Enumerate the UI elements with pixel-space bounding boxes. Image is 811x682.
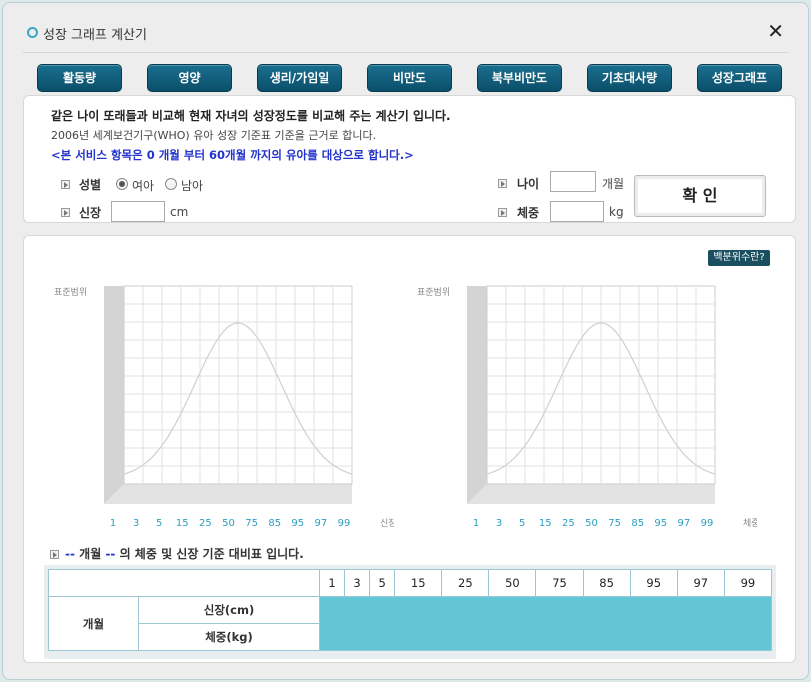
intro-line-1: 같은 나이 또래들과 비교해 현재 자녀의 성장정도를 비교해 주는 계산기 입… [51,109,451,123]
row-label-weight: 체중(kg) [138,623,320,651]
chart-tick-label: 50 [585,518,598,529]
tab-activity[interactable]: 활동량 [37,64,122,92]
chart-tick-label: 99 [701,518,714,529]
pct-header: 15 [394,569,443,597]
bullet-arrow-icon [61,208,70,217]
chart-floor [104,484,352,504]
pct-header: 25 [441,569,490,597]
close-icon[interactable]: ✕ [767,19,784,43]
pct-header: 99 [723,569,773,597]
tab-obesity[interactable]: 비만도 [367,64,452,92]
age-label: 나이 [517,177,540,191]
weight-unit: kg [609,205,624,219]
chart-tick-label: 85 [631,518,644,529]
chart-tick-label: 99 [338,518,351,529]
bullet-arrow-icon [498,208,507,217]
table-title-dash: -- [105,547,116,561]
growth-chart-panel: 백분위수란? 표준범위1351525507585959799신장백분위수 표준범… [23,235,796,663]
row-group-month: 개월 [48,596,139,651]
window-title: 성장 그래프 계산기 [43,28,147,43]
chart-tick-label: 5 [519,518,525,529]
chart-tick-label: 50 [222,518,235,529]
table-title-text: 의 체중 및 신장 기준 대비표 입니다. [119,547,304,561]
pct-header: 3 [344,569,371,597]
chart-y-label: 표준범위 [54,287,87,298]
chart-tick-label: 97 [315,518,328,529]
chart-tick-label: 3 [133,518,139,529]
gender-female-label[interactable]: 여아 [132,177,154,194]
intro-line-2: 2006년 세계보건기구(WHO) 유아 성장 기준표 기준을 근거로 합니다. [51,129,377,142]
chart-side-wall [104,286,124,504]
circle-icon [27,27,38,38]
bullet-arrow-icon [498,179,507,188]
chart-tick-label: 15 [176,518,189,529]
chart-y-label: 표준범위 [417,287,450,298]
chart-tick-label: 75 [245,518,258,529]
confirm-button[interactable]: 확 인 [634,175,766,217]
chart-tick-label: 25 [562,518,575,529]
weight-percentile-chart: 표준범위 1 3 5 15 25 50 75 85 95 97 99 체중백분위수 [417,285,757,529]
height-input[interactable] [111,201,165,222]
gender-male-radio[interactable] [165,178,177,190]
age-input[interactable] [550,171,596,192]
chart-x-label: 신장백분위수 [380,518,394,529]
result-values-area [319,596,772,651]
gender-female-radio[interactable] [116,178,128,190]
chart-tick-label: 95 [291,518,304,529]
table-title-month: 개월 [79,547,102,561]
bullet-arrow-icon [61,180,70,189]
pct-header: 5 [369,569,396,597]
weight-input[interactable] [550,201,604,222]
row-label-height: 신장(cm) [138,596,320,624]
chart-tick-label: 95 [654,518,667,529]
tab-abdominal-obesity[interactable]: 북부비만도 [477,64,562,92]
height-unit: cm [170,205,189,219]
height-label: 신장 [79,206,102,220]
chart-tick-label: 3 [496,518,502,529]
calculator-window: 성장 그래프 계산기 ✕ 활동량 영양 생리/가임일 비만도 북부비만도 기초대… [2,2,809,680]
title-bar: 성장 그래프 계산기 ✕ [23,19,788,53]
chart-x-label: 체중백분위수 [743,518,757,529]
table-title: -- 개월 -- 의 체중 및 신장 기준 대비표 입니다. [50,545,304,562]
intro-notice: <본 서비스 항목은 0 개월 부터 60개월 까지의 유아를 대상으로 합니다… [51,148,414,162]
weight-label: 체중 [517,206,540,220]
chart-tick-label: 97 [678,518,691,529]
age-unit: 개월 [602,177,625,191]
pct-header: 50 [488,569,537,597]
percentile-comparison-table: 1 3 5 15 25 50 75 85 95 97 99 개월 신장(cm) … [48,569,773,651]
pct-header: 75 [535,569,584,597]
chart-tick-label: 85 [268,518,281,529]
table-title-age: -- [65,547,75,561]
chart-tick-label: 5 [156,518,162,529]
chart-tick-label: 15 [539,518,552,529]
input-panel: 같은 나이 또래들과 비교해 현재 자녀의 성장정도를 비교해 주는 계산기 입… [23,95,796,223]
chart-tick-label: 1 [110,518,116,529]
bullet-arrow-icon [50,550,59,559]
gender-label: 성별 [79,178,102,192]
chart-tick-label: 1 [473,518,479,529]
tab-bmr[interactable]: 기초대사량 [587,64,672,92]
calculator-tabs: 활동량 영양 생리/가임일 비만도 북부비만도 기초대사량 성장그래프 [37,64,783,92]
tab-growth-graph[interactable]: 성장그래프 [697,64,782,92]
chart-side-wall [467,286,487,504]
pct-header: 95 [629,569,678,597]
pct-header: 1 [318,569,346,597]
table-header-row: 1 3 5 15 25 50 75 85 95 97 99 [48,569,773,597]
chart-tick-label: 75 [608,518,621,529]
chart-tick-label: 25 [199,518,212,529]
height-percentile-chart: 표준범위 1 3 5 15 25 50 75 85 95 97 99 신장백분위수 [54,285,394,529]
pct-header: 85 [582,569,631,597]
chart-floor [467,484,715,504]
tab-nutrition[interactable]: 영양 [147,64,232,92]
percentile-help-button[interactable]: 백분위수란? [708,250,770,266]
gender-male-label[interactable]: 남아 [181,177,203,194]
pct-header: 97 [676,569,725,597]
tab-menstruation[interactable]: 생리/가임일 [257,64,342,92]
table-corner-cell [48,569,320,597]
table-row-height: 개월 신장(cm) [48,596,772,651]
